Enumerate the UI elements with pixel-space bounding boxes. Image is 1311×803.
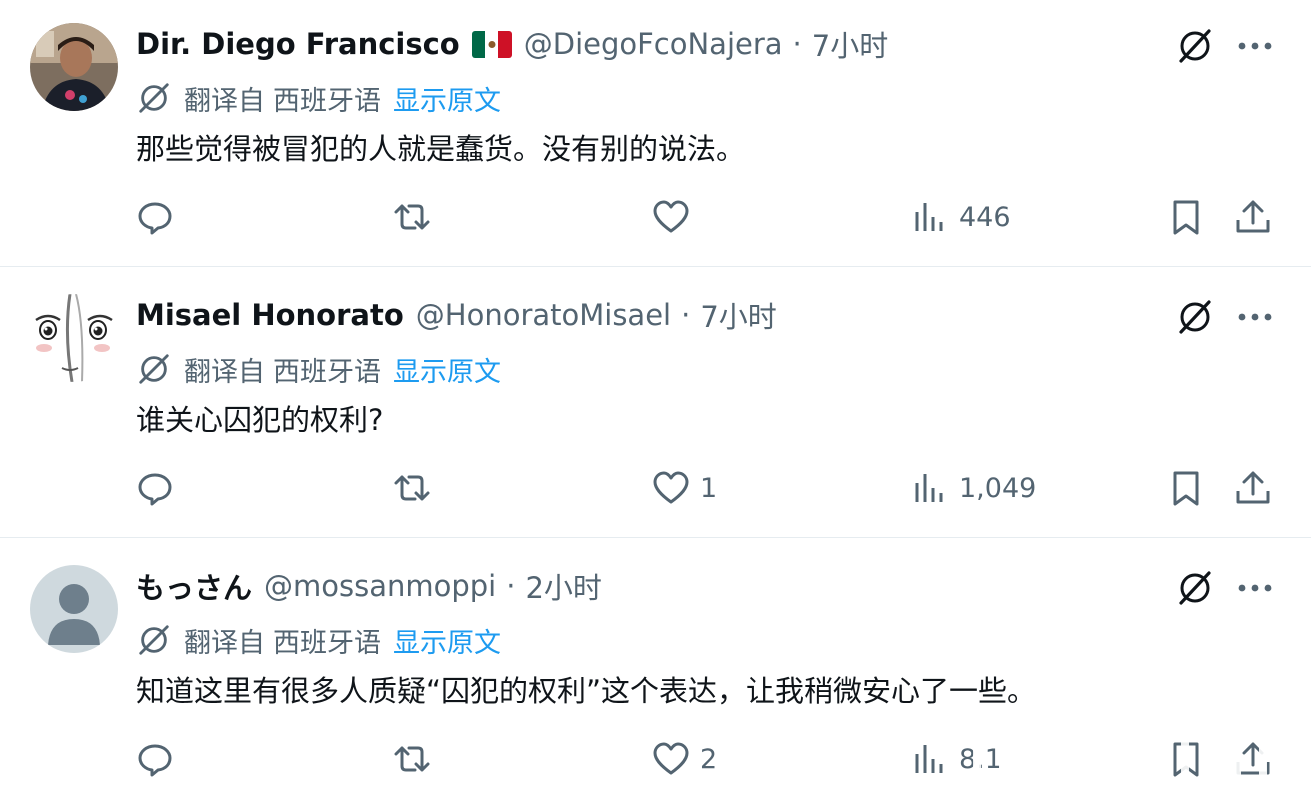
display-name[interactable]: Dir. Diego Francisco — [136, 27, 460, 61]
tweet-text: 谁关心囚犯的权利? — [136, 403, 384, 437]
reply-icon — [138, 473, 172, 506]
reply-button[interactable] — [136, 466, 184, 510]
tweet-text: 那些觉得被冒犯的人就是蠢货。没有别的说法。 — [136, 132, 746, 166]
translated-from-label: 翻译自 — [184, 627, 265, 659]
avatar[interactable] — [30, 23, 118, 111]
like-button[interactable] — [652, 195, 700, 239]
tweet-actions: 1 1,049 — [0, 446, 1311, 530]
views-icon — [915, 474, 943, 502]
timestamp[interactable]: 2小时 — [525, 565, 601, 607]
reply-button[interactable] — [136, 737, 184, 781]
retweet-icon — [394, 475, 430, 501]
grok-icon[interactable] — [1173, 295, 1217, 339]
show-original-link[interactable]: 显示原文 — [393, 621, 501, 660]
more-icon[interactable] — [1233, 24, 1277, 68]
show-original-link[interactable]: 显示原文 — [393, 79, 501, 118]
share-button[interactable] — [1234, 195, 1272, 239]
like-button[interactable]: 1 — [652, 466, 717, 510]
like-icon — [653, 471, 689, 504]
bookmark-icon — [1173, 200, 1199, 235]
display-name[interactable]: Misael Honorato — [136, 298, 404, 332]
bookmark-button[interactable] — [1167, 195, 1205, 239]
tweet[interactable]: Misael Honorato @HonoratoMisael · 7小时 翻译… — [0, 271, 1311, 538]
bookmark-button[interactable] — [1167, 466, 1205, 510]
views-button[interactable]: 446 — [911, 195, 1011, 239]
like-count: 1 — [700, 472, 718, 504]
translate-icon — [139, 354, 169, 384]
views-count: 1,049 — [959, 472, 1037, 504]
views-icon — [915, 203, 943, 231]
separator-dot: · — [792, 27, 802, 61]
user-handle[interactable]: @DiegoFcoNajera — [524, 27, 783, 61]
translation-notice: 翻译自 西班牙语 显示原文 — [136, 78, 501, 118]
divider — [0, 537, 1311, 538]
reply-icon — [138, 744, 172, 777]
share-button[interactable] — [1234, 737, 1272, 781]
retweet-button[interactable] — [393, 737, 441, 781]
timestamp[interactable]: 7小时 — [700, 294, 776, 336]
share-icon — [1236, 200, 1270, 233]
translate-icon — [139, 625, 169, 655]
views-count: 446 — [959, 201, 1011, 233]
tweet-actions: 446 — [0, 175, 1311, 259]
mexico-flag-icon — [471, 30, 512, 58]
views-button[interactable]: 8.1 — [911, 737, 1002, 781]
views-button[interactable]: 1,049 — [911, 466, 1036, 510]
retweet-button[interactable] — [393, 195, 441, 239]
translation-notice: 翻译自 西班牙语 显示原文 — [136, 349, 501, 389]
show-original-link[interactable]: 显示原文 — [393, 350, 501, 389]
like-count: 2 — [700, 743, 718, 775]
source-language: 西班牙语 — [273, 85, 381, 117]
bookmark-icon — [1173, 471, 1199, 506]
divider — [0, 266, 1311, 267]
grok-icon[interactable] — [1173, 24, 1217, 68]
tweet-header: もっさん @mossanmoppi · 2小时 — [136, 564, 602, 608]
views-icon — [915, 745, 943, 773]
tweet-text: 知道这里有很多人质疑“囚犯的权利”这个表达，让我稍微安心了一些。 — [136, 674, 1037, 708]
retweet-icon — [394, 746, 430, 772]
avatar[interactable] — [30, 294, 118, 382]
translated-from-label: 翻译自 — [184, 356, 265, 388]
like-button[interactable]: 2 — [652, 737, 717, 781]
grok-icon[interactable] — [1173, 566, 1217, 610]
like-icon — [653, 742, 689, 775]
tweet-header: Misael Honorato @HonoratoMisael · 7小时 — [136, 293, 777, 337]
like-icon — [653, 200, 689, 233]
share-icon — [1236, 471, 1270, 504]
translate-icon — [139, 83, 169, 113]
source-language: 西班牙语 — [273, 627, 381, 659]
timestamp[interactable]: 7小时 — [812, 23, 888, 65]
retweet-icon — [394, 204, 430, 230]
share-button[interactable] — [1234, 466, 1272, 510]
translated-from-label: 翻译自 — [184, 85, 265, 117]
user-handle[interactable]: @HonoratoMisael — [416, 298, 671, 332]
share-icon — [1236, 742, 1270, 775]
source-language: 西班牙语 — [273, 356, 381, 388]
avatar[interactable] — [30, 565, 118, 653]
bookmark-button[interactable] — [1167, 737, 1205, 781]
reply-button[interactable] — [136, 195, 184, 239]
retweet-button[interactable] — [393, 466, 441, 510]
display-name[interactable]: もっさん — [136, 565, 252, 607]
views-count: 8.1 — [959, 743, 1002, 775]
bookmark-icon — [1173, 742, 1199, 777]
tweet[interactable]: もっさん @mossanmoppi · 2小时 翻译自 西班牙语 显示原文 知道… — [0, 542, 1311, 803]
tweet[interactable]: Dir. Diego Francisco @DiegoFcoNajera · 7… — [0, 0, 1311, 267]
reply-icon — [138, 202, 172, 235]
more-icon[interactable] — [1233, 295, 1277, 339]
translation-notice: 翻译自 西班牙语 显示原文 — [136, 620, 501, 660]
tweet-header: Dir. Diego Francisco @DiegoFcoNajera · 7… — [136, 22, 888, 66]
tweet-actions: 2 8.1 — [0, 717, 1311, 801]
user-handle[interactable]: @mossanmoppi — [264, 569, 496, 603]
separator-dot: · — [681, 298, 691, 332]
more-icon[interactable] — [1233, 566, 1277, 610]
separator-dot: · — [506, 569, 516, 603]
